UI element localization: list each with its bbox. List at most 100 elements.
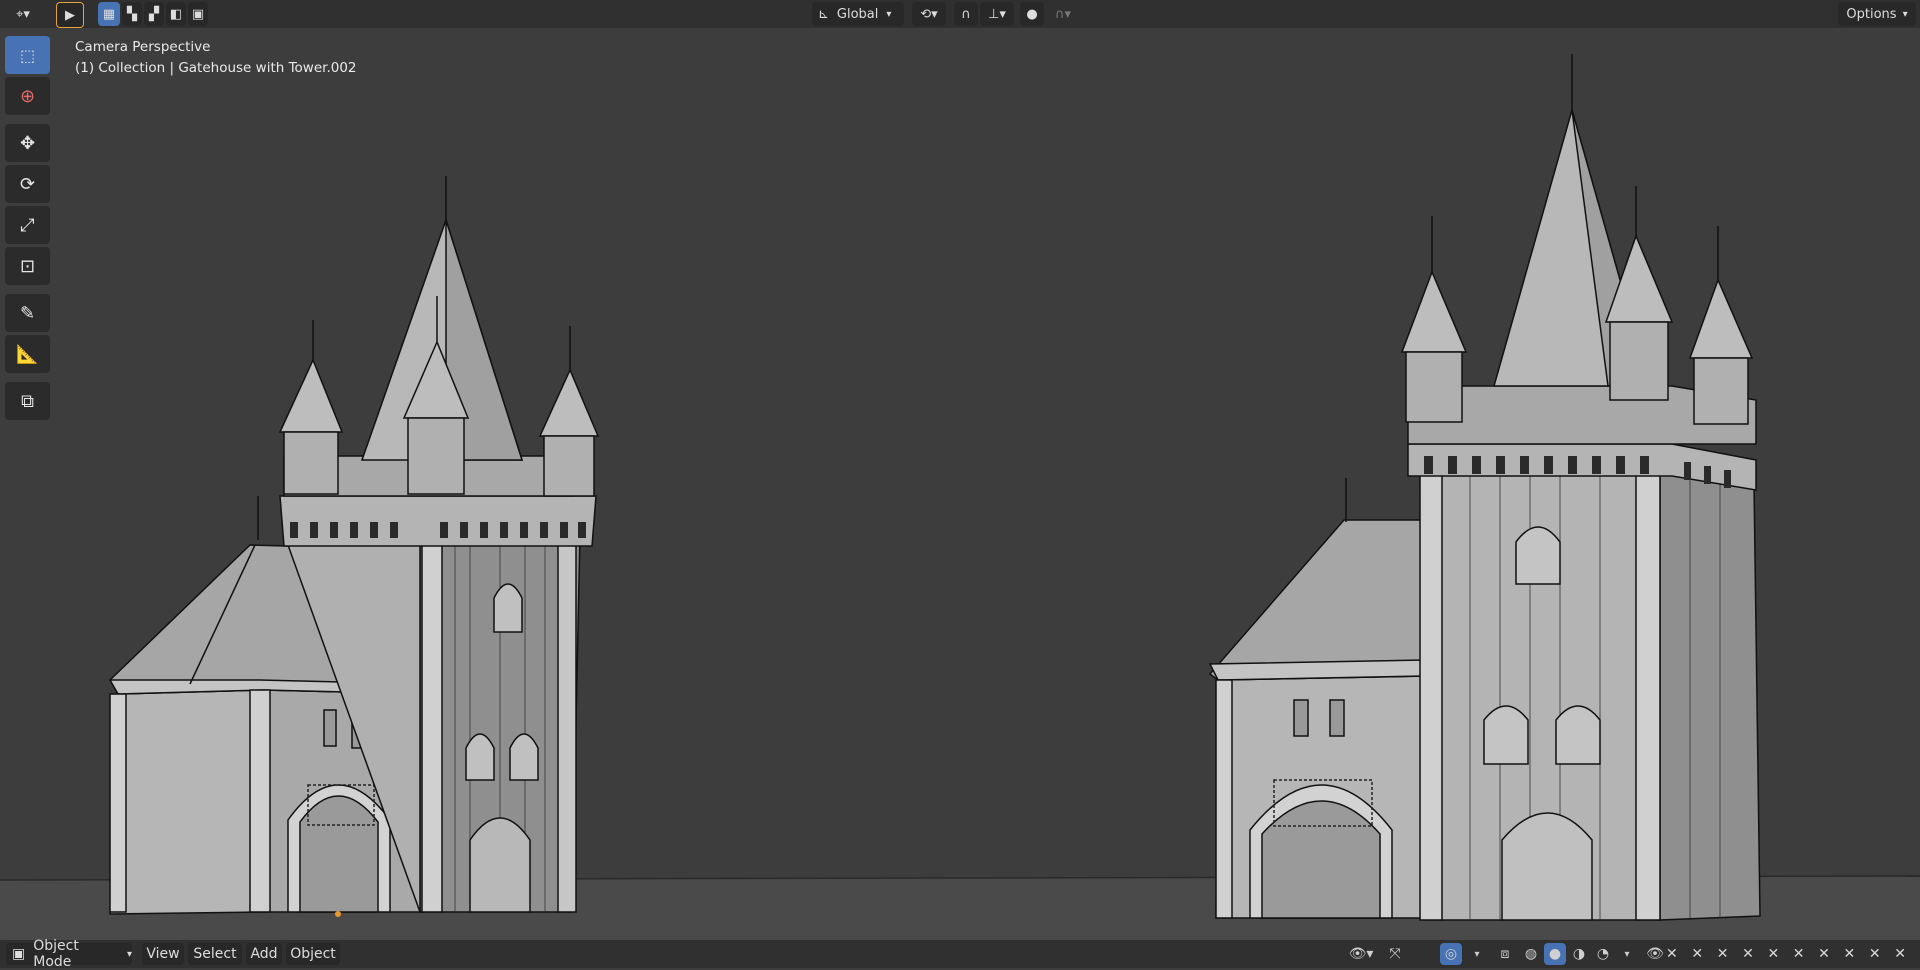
transform-orientation-dropdown[interactable]: ⊾ Global ▾ (812, 2, 904, 26)
annotate-tool[interactable]: ✎ (5, 294, 50, 332)
close-icon: ✕ (1666, 946, 1678, 962)
shading-material[interactable]: ◑ (1568, 943, 1590, 965)
chevron-down-icon: ▾ (1624, 948, 1630, 960)
shading-wireframe[interactable]: ◍ (1520, 943, 1542, 965)
restriction-toggles[interactable]: ✕ ✕ ✕ ✕ ✕ ✕ ✕ ✕ ✕ ✕ (1666, 943, 1906, 965)
move-tool-icon: ✥ (19, 132, 36, 154)
cursor-tool-icon: ⊕ (19, 85, 36, 107)
visibility-dropdown[interactable]: 👁▾ (1344, 943, 1378, 965)
select-extend-icon: ▚ (127, 6, 137, 22)
select-box-tool[interactable]: ⬚ (5, 36, 50, 74)
proportional-edit-icon: ● (1026, 6, 1038, 22)
snap-icon: ∩ (961, 6, 971, 22)
close-icon: ✕ (1716, 946, 1729, 962)
pivot-point-dropdown[interactable]: ⟲▾ (912, 2, 946, 26)
eye-icon: 👁 (1646, 946, 1664, 962)
select-intersect-button[interactable]: ▣ (188, 2, 208, 26)
snap-toggle[interactable]: ∩ (954, 2, 978, 26)
scale-tool[interactable]: ⤢ (5, 206, 50, 244)
select-tool-icon: ⬚ (19, 45, 36, 65)
add-cube-tool-icon: ⧉ (21, 390, 34, 412)
gatehouse-right (1208, 54, 1761, 921)
material-shading-icon: ◑ (1572, 946, 1586, 962)
move-tool[interactable]: ✥ (5, 124, 50, 162)
close-icon: ✕ (1742, 946, 1754, 962)
tool-shelf: ⬚ ⊕ ✥ ⟳ ⤢ ⊡ ✎ 📐 ⧉ (5, 36, 54, 423)
gizmo-toggle[interactable]: ⤧ (1384, 943, 1406, 965)
shading-dropdown[interactable]: ▾ (1616, 943, 1638, 965)
scene-render (0, 54, 1920, 940)
close-icon: ✕ (1868, 946, 1881, 962)
measure-tool[interactable]: 📐 (5, 335, 50, 373)
rotate-tool[interactable]: ⟳ (5, 165, 50, 203)
visibility-toggle[interactable]: 👁 (1644, 943, 1666, 965)
options-label: Options (1846, 6, 1897, 22)
select-invert-button[interactable]: ◧ (166, 2, 186, 26)
object-info-label: (1) Collection | Gatehouse with Tower.00… (75, 60, 357, 76)
object-mode-label: Object Mode (33, 938, 79, 970)
transform-orientation-value: Global (836, 6, 879, 22)
chevron-down-icon: ▾ (126, 948, 132, 960)
close-icon: ✕ (1691, 946, 1704, 962)
object-mode-dropdown[interactable]: ▣ Object Mode ▾ (6, 938, 132, 970)
snap-target-icon: ⊥▾ (988, 6, 1006, 22)
select-tool-icon: ▶ (65, 7, 75, 23)
select-new-button[interactable]: ▦ (98, 2, 120, 26)
editor-type-icon: ⌖▾ (16, 6, 30, 22)
shading-rendered[interactable]: ◔ (1592, 943, 1614, 965)
visibility-icon: 👁▾ (1348, 946, 1374, 962)
cursor-tool[interactable]: ⊕ (5, 77, 50, 115)
orientation-icon: ⊾ (818, 6, 829, 22)
object-mode-icon: ▣ (12, 946, 26, 962)
editor-type-button[interactable]: ⌖▾ (4, 2, 42, 26)
select-extend-button[interactable]: ▚ (122, 2, 142, 26)
snap-target-dropdown[interactable]: ⊥▾ (980, 2, 1014, 26)
transform-tool-icon: ⊡ (19, 255, 36, 277)
wireframe-shading-icon: ◍ (1524, 946, 1538, 962)
xray-toggle[interactable]: ⧈ (1494, 943, 1516, 965)
close-icon: ✕ (1894, 946, 1906, 962)
options-dropdown[interactable]: Options ▾ (1838, 2, 1916, 26)
select-subtract-icon: ▞ (149, 6, 159, 22)
solid-shading-icon: ● (1548, 946, 1562, 962)
close-icon: ✕ (1792, 946, 1805, 962)
proportional-edit-toggle[interactable]: ● (1020, 2, 1044, 26)
rendered-shading-icon: ◔ (1596, 946, 1610, 962)
menu-select[interactable]: Select (188, 943, 242, 965)
overlay-toggle[interactable]: ◎ (1440, 943, 1462, 965)
measure-tool-icon: 📐 (16, 343, 39, 365)
add-cube-tool[interactable]: ⧉ (5, 382, 50, 420)
select-intersect-icon: ▣ (191, 6, 205, 22)
overlay-icon: ◎ (1444, 946, 1458, 962)
pivot-icon: ⟲▾ (920, 6, 938, 22)
proportional-falloff-dropdown[interactable]: ∩▾ (1046, 2, 1080, 26)
select-mode-icons: ▦ (102, 6, 116, 22)
chevron-down-icon: ▾ (1902, 8, 1908, 20)
view-name-label: Camera Perspective (75, 39, 211, 55)
xray-icon: ⧈ (1500, 946, 1510, 962)
select-subtract-button[interactable]: ▞ (144, 2, 164, 26)
shading-solid[interactable]: ● (1544, 943, 1566, 965)
3d-viewport[interactable]: Camera Perspective (1) Collection | Gate… (0, 28, 1920, 940)
scale-tool-icon: ⤢ (20, 214, 35, 236)
select-tool-button[interactable]: ▶ (56, 2, 84, 28)
menu-add[interactable]: Add (246, 943, 282, 965)
object-origin-dot (335, 911, 341, 917)
transform-tool[interactable]: ⊡ (5, 247, 50, 285)
menu-object[interactable]: Object (286, 943, 340, 965)
chevron-down-icon: ▾ (886, 8, 892, 20)
gizmo-icon: ⤧ (1389, 946, 1401, 962)
overlay-dropdown[interactable]: ▾ (1466, 943, 1488, 965)
annotate-tool-icon: ✎ (19, 302, 36, 324)
chevron-down-icon: ▾ (1474, 948, 1480, 960)
select-invert-icon: ◧ (169, 6, 183, 22)
viewport-footer: ▣ Object Mode ▾ View Select Add Object 👁… (0, 938, 1920, 970)
rotate-tool-icon: ⟳ (19, 173, 36, 195)
close-icon: ✕ (1767, 946, 1780, 962)
close-icon: ✕ (1818, 946, 1830, 962)
gatehouse-left (108, 176, 600, 915)
close-icon: ✕ (1843, 946, 1856, 962)
menu-view[interactable]: View (142, 943, 184, 965)
falloff-icon: ∩▾ (1054, 6, 1072, 22)
viewport-header: ⌖▾ ▶ ▦ ▚ ▞ ◧ ▣ ⊾ Global ▾ ⟲▾ ∩ ⊥▾ ● ∩▾ O… (0, 0, 1920, 28)
